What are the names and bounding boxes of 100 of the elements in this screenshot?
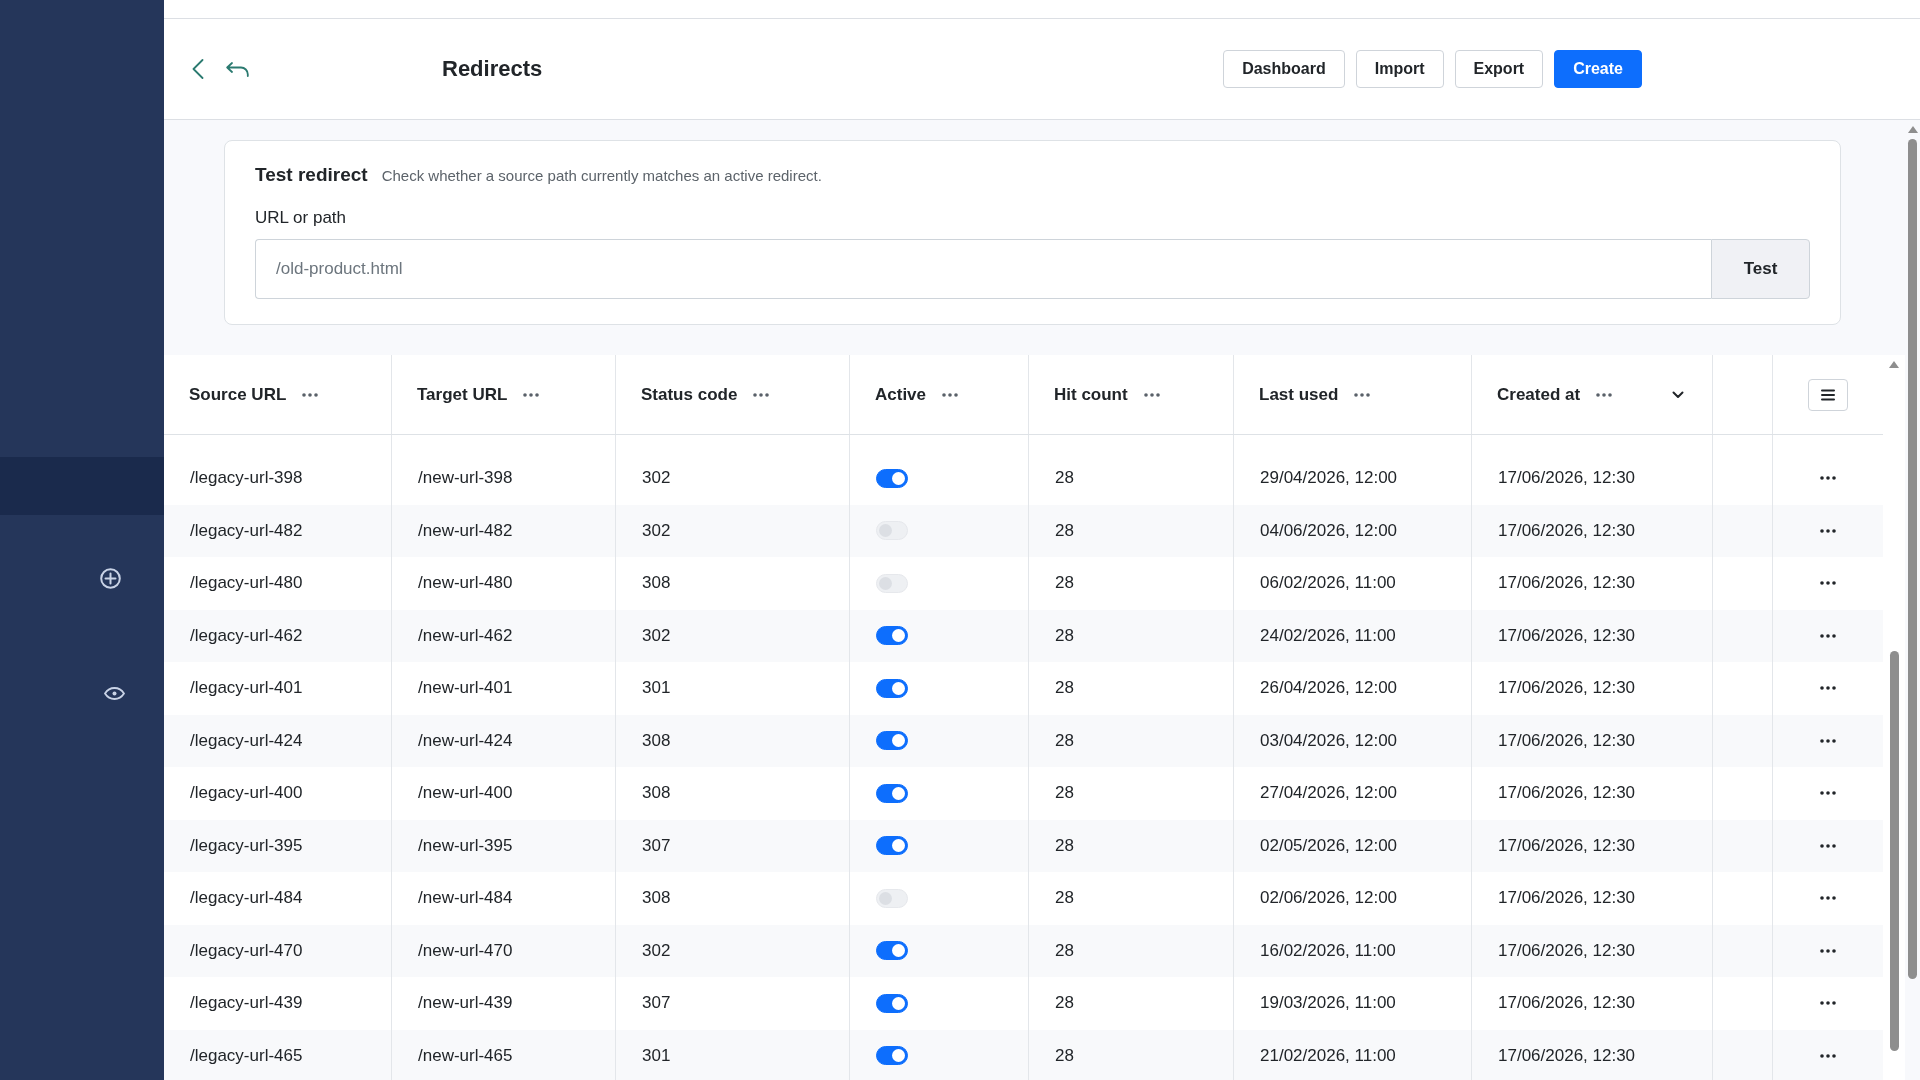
test-button[interactable]: Test xyxy=(1711,239,1810,299)
more-icon[interactable] xyxy=(1820,686,1836,691)
toggle-switch[interactable] xyxy=(876,626,908,646)
toggle-switch[interactable] xyxy=(876,783,908,803)
toggle-switch[interactable] xyxy=(876,731,908,751)
table-cell: 02/06/2026, 12:00 xyxy=(1260,888,1398,909)
more-icon[interactable] xyxy=(1354,392,1371,397)
scrollbar-thumb[interactable] xyxy=(1908,139,1917,979)
table-cell: 17/06/2026, 12:30 xyxy=(1498,993,1636,1014)
table-cell: 27/04/2026, 12:00 xyxy=(1260,783,1398,804)
table-cell: /legacy-url-470 xyxy=(190,940,303,961)
table-cell: 02/05/2026, 12:00 xyxy=(1260,835,1398,856)
table-cell: 28 xyxy=(1055,1045,1074,1066)
url-input-field[interactable]: /old-product.html xyxy=(255,239,1711,299)
more-icon[interactable] xyxy=(1820,1001,1836,1006)
header-button[interactable]: Import xyxy=(1355,50,1444,88)
more-icon[interactable] xyxy=(1820,843,1836,848)
table-cell: 302 xyxy=(642,625,671,646)
table-cell: 28 xyxy=(1055,520,1074,541)
table-cell: /new-url-484 xyxy=(418,888,513,909)
table-cell: /new-url-462 xyxy=(418,625,513,646)
eye-icon[interactable] xyxy=(104,686,125,700)
table-cell: /legacy-url-465 xyxy=(190,1045,303,1066)
table-cell: /legacy-url-482 xyxy=(190,520,303,541)
more-icon[interactable] xyxy=(942,392,959,397)
toggle-switch[interactable] xyxy=(876,1046,908,1066)
table-cell: /legacy-url-462 xyxy=(190,625,303,646)
more-icon[interactable] xyxy=(1820,791,1836,796)
table-cell: 17/06/2026, 12:30 xyxy=(1498,1045,1636,1066)
toggle-switch[interactable] xyxy=(876,468,908,488)
arrow-up-icon[interactable] xyxy=(1907,126,1918,133)
table-cell: /legacy-url-401 xyxy=(190,678,303,699)
table-cell: 17/06/2026, 12:30 xyxy=(1498,573,1636,594)
column-header: Source URL xyxy=(189,384,287,405)
header-button[interactable]: Dashboard xyxy=(1223,50,1345,88)
table-cell: 308 xyxy=(642,888,671,909)
table-cell: 28 xyxy=(1055,835,1074,856)
table-cell: 17/06/2026, 12:30 xyxy=(1498,888,1636,909)
more-icon[interactable] xyxy=(1143,392,1160,397)
more-icon[interactable] xyxy=(1820,476,1836,481)
table-cell: /new-url-400 xyxy=(418,783,513,804)
more-icon[interactable] xyxy=(753,392,770,397)
undo-icon[interactable] xyxy=(226,61,249,77)
table-cell: 29/04/2026, 12:00 xyxy=(1260,468,1398,489)
table-cell: 17/06/2026, 12:30 xyxy=(1498,730,1636,751)
column-menu-button[interactable] xyxy=(1808,378,1848,411)
more-icon[interactable] xyxy=(1820,896,1836,901)
table-cell: /legacy-url-395 xyxy=(190,835,303,856)
column-header: Active xyxy=(875,384,927,405)
more-icon[interactable] xyxy=(302,392,319,397)
more-icon[interactable] xyxy=(1820,633,1836,638)
table-cell: 04/06/2026, 12:00 xyxy=(1260,520,1398,541)
table-cell: /new-url-470 xyxy=(418,940,513,961)
arrow-up-icon[interactable] xyxy=(1889,361,1899,368)
header-button[interactable]: Export xyxy=(1454,50,1544,88)
table-cell: /new-url-465 xyxy=(418,1045,513,1066)
column-header: Created at xyxy=(1497,384,1581,405)
chevron-down-icon[interactable] xyxy=(1672,390,1684,399)
table-cell: 308 xyxy=(642,730,671,751)
more-icon[interactable] xyxy=(1820,528,1836,533)
plus-circle-icon[interactable] xyxy=(100,567,121,589)
more-icon[interactable] xyxy=(523,392,540,397)
table-cell: 21/02/2026, 11:00 xyxy=(1260,1045,1396,1066)
table-cell: 28 xyxy=(1055,625,1074,646)
table-cell: 03/04/2026, 12:00 xyxy=(1260,730,1398,751)
toggle-switch[interactable] xyxy=(876,941,908,961)
back-icon[interactable] xyxy=(192,59,204,79)
panel-description: Check whether a source path currently matches an active redirect. xyxy=(381,167,822,184)
more-icon[interactable] xyxy=(1820,738,1836,743)
more-icon[interactable] xyxy=(1820,581,1836,586)
table-cell: 28 xyxy=(1055,888,1074,909)
table-cell: 28 xyxy=(1055,678,1074,699)
more-icon[interactable] xyxy=(1820,1053,1836,1058)
create-button[interactable]: Create xyxy=(1554,50,1642,88)
column-header: Target URL xyxy=(417,384,508,405)
table-cell: 308 xyxy=(642,573,671,594)
table-cell: 307 xyxy=(642,993,671,1014)
table-cell: 302 xyxy=(642,940,671,961)
table-cell: 302 xyxy=(642,520,671,541)
table-cell: /legacy-url-400 xyxy=(190,783,303,804)
menu-icon xyxy=(1821,388,1835,401)
table-cell: 307 xyxy=(642,835,671,856)
table-cell: 301 xyxy=(642,1045,671,1066)
column-header: Hit count xyxy=(1054,384,1128,405)
table-cell: /legacy-url-424 xyxy=(190,730,303,751)
toggle-switch[interactable] xyxy=(876,836,908,856)
table-cell: 28 xyxy=(1055,993,1074,1014)
table-cell: /new-url-482 xyxy=(418,520,513,541)
scrollbar-thumb[interactable] xyxy=(1889,651,1899,1051)
page-title: Redirects xyxy=(442,56,543,82)
toggle-switch[interactable] xyxy=(876,993,908,1013)
column-header: Status code xyxy=(641,384,738,405)
more-icon[interactable] xyxy=(1596,392,1613,397)
toggle-switch[interactable] xyxy=(876,678,908,698)
more-icon[interactable] xyxy=(1820,948,1836,953)
table-cell: 17/06/2026, 12:30 xyxy=(1498,940,1636,961)
table-cell: 16/02/2026, 11:00 xyxy=(1260,940,1396,961)
table-cell: /legacy-url-398 xyxy=(190,468,303,489)
table-cell: 19/03/2026, 11:00 xyxy=(1260,993,1396,1014)
table-cell: 17/06/2026, 12:30 xyxy=(1498,678,1636,699)
